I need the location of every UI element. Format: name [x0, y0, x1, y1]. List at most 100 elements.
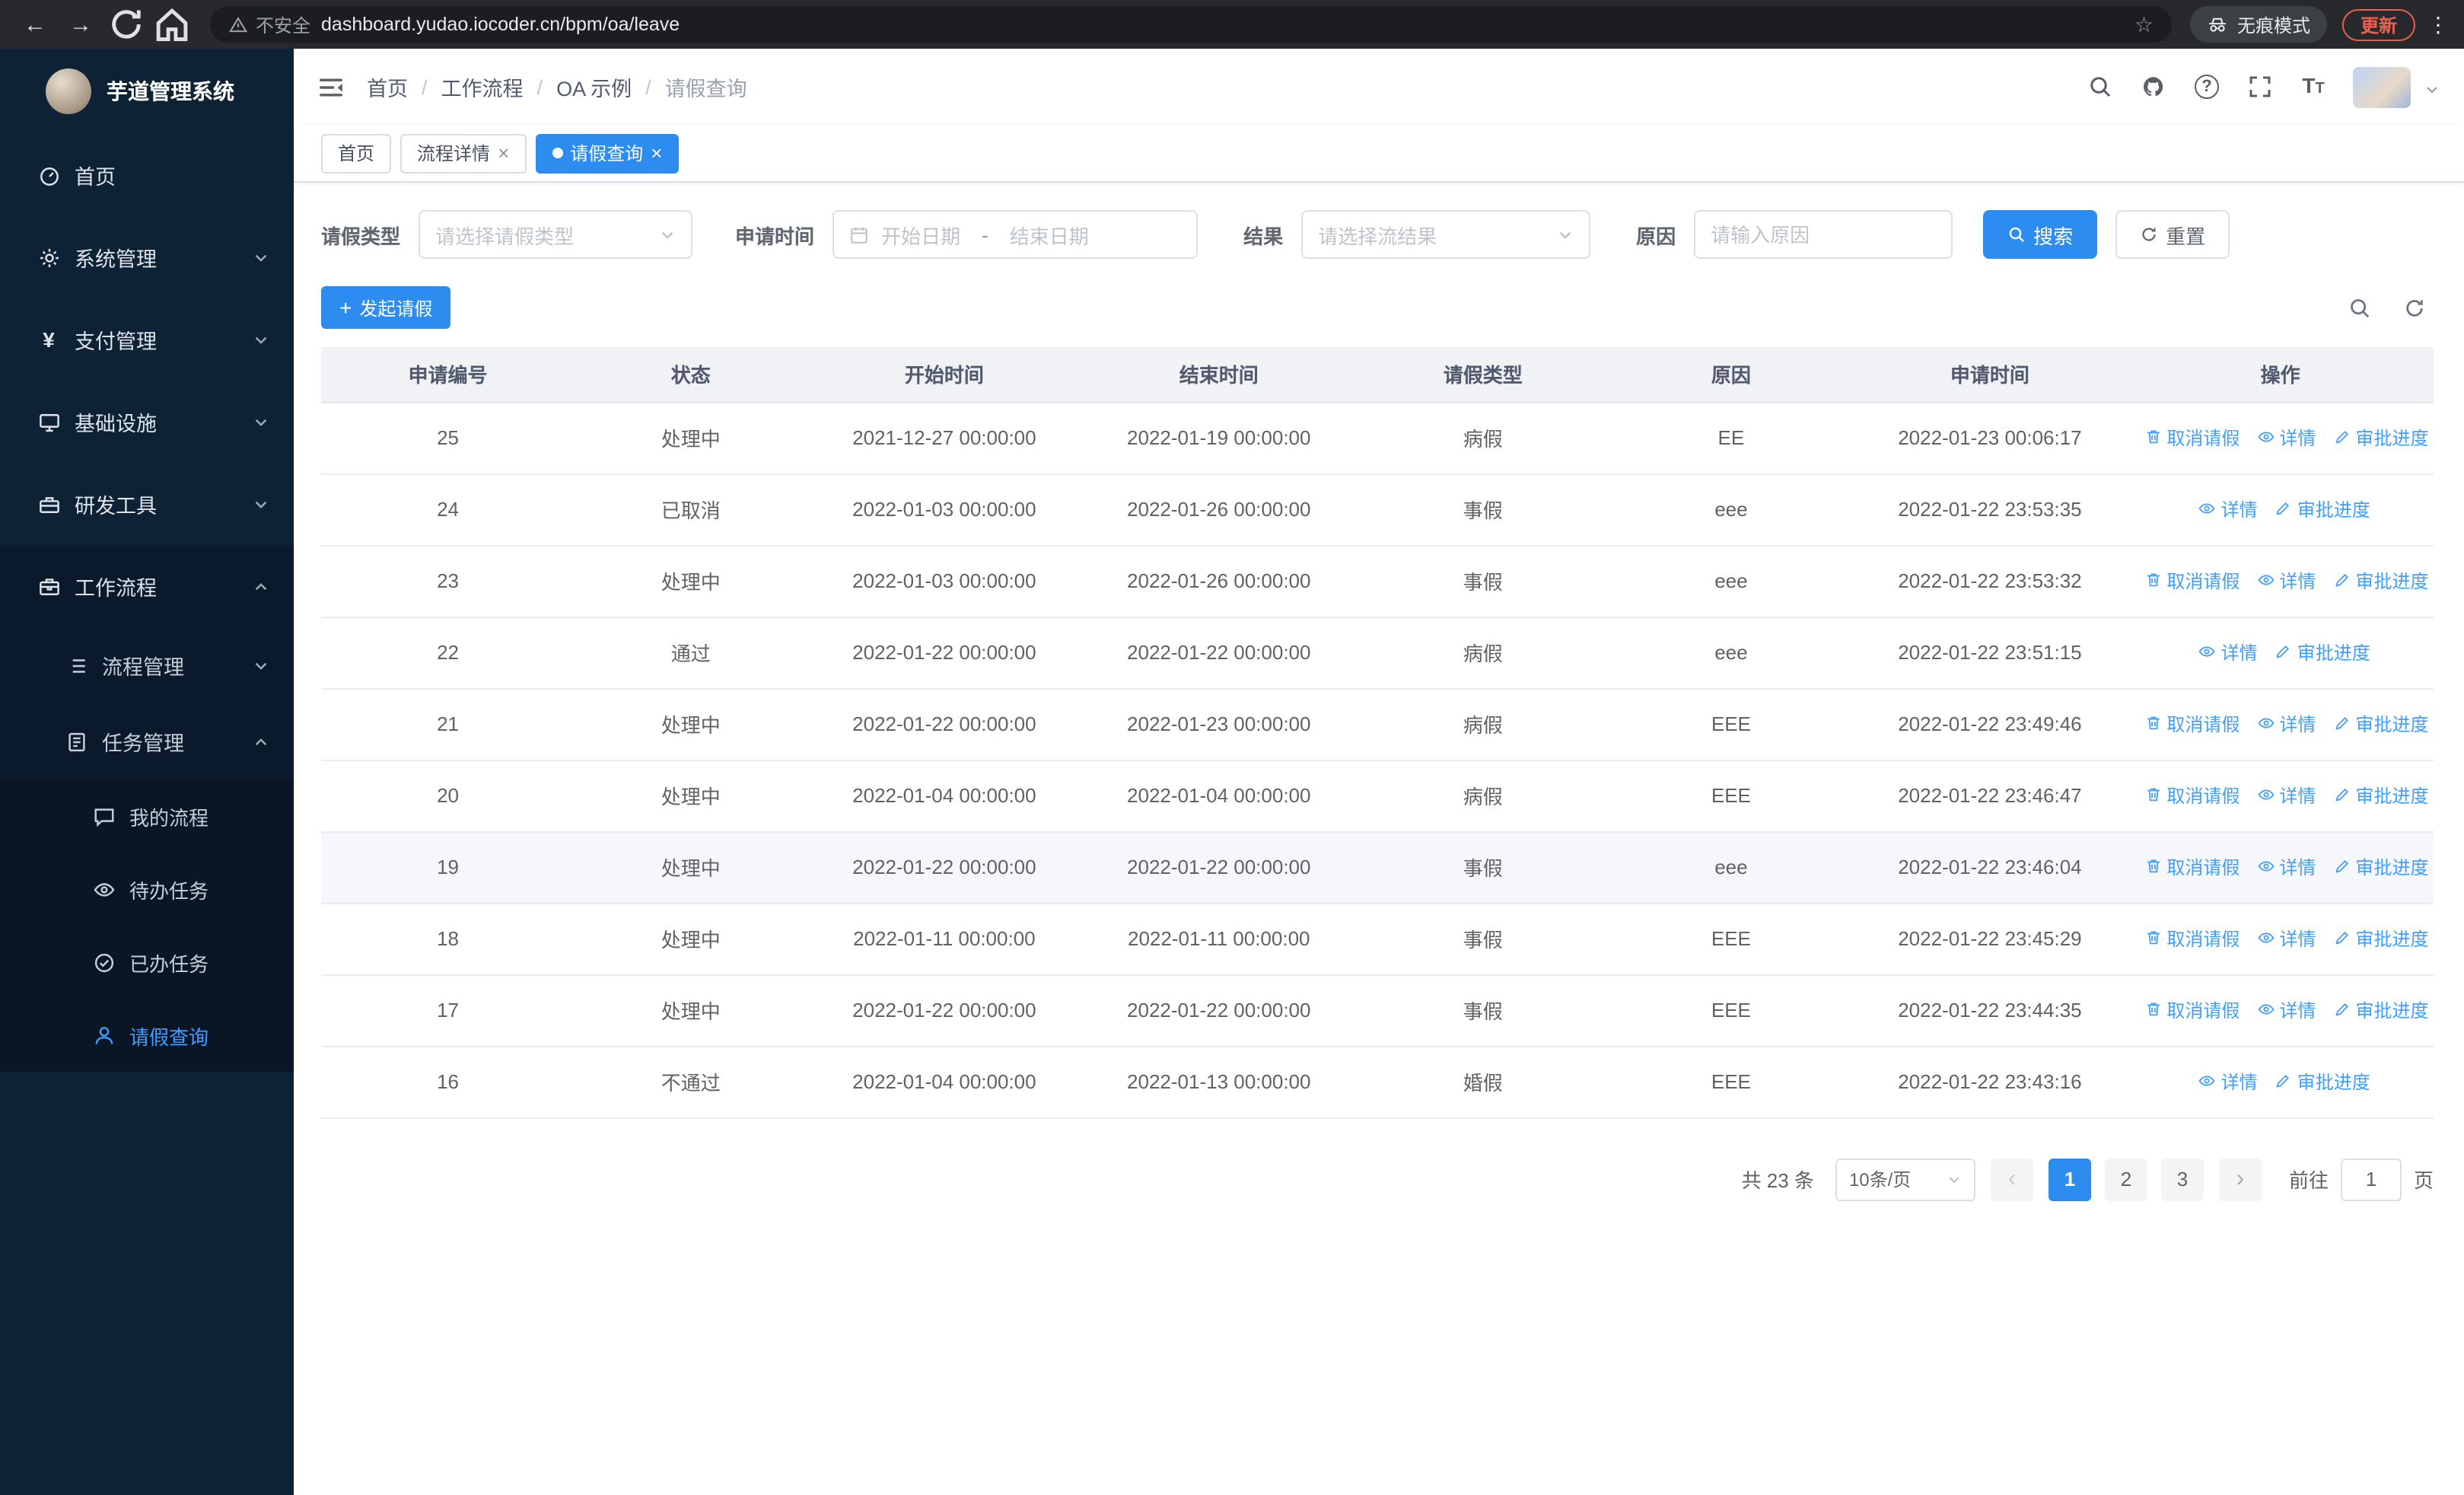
sidebar-group-workflow: 工作流程 流程管理 任务管理 我的流程 待办任务 已办任务 请假查询	[0, 545, 294, 1072]
tab-home[interactable]: 首页	[321, 133, 392, 173]
approval-progress-link[interactable]: 审批进度	[2332, 783, 2428, 808]
search-button[interactable]: 搜索	[1983, 210, 2098, 259]
leave-type-select[interactable]: 请选择请假类型	[419, 210, 693, 259]
tab-leave-query[interactable]: 请假查询 ×	[535, 133, 680, 173]
detail-link[interactable]: 详情	[2198, 639, 2258, 665]
chevron-down-icon[interactable]	[2424, 77, 2440, 107]
help-icon[interactable]: ?	[2193, 73, 2220, 100]
sidebar-item-my-processes[interactable]: 我的流程	[0, 779, 294, 853]
browser-reload-icon[interactable]	[107, 5, 146, 44]
result-select[interactable]: 请选择流结果	[1301, 210, 1591, 259]
cell-status: 处理中	[575, 903, 807, 975]
browser-menu-icon[interactable]: ⋮	[2427, 11, 2449, 37]
detail-icon	[2198, 500, 2217, 518]
refresh-icon[interactable]	[2400, 294, 2427, 321]
progress-label: 审批进度	[2355, 928, 2429, 950]
progress-label: 审批进度	[2297, 1071, 2370, 1093]
page-1-button[interactable]: 1	[2048, 1158, 2091, 1200]
close-icon[interactable]: ×	[498, 143, 509, 163]
sidebar-item-devtools[interactable]: 研发工具	[0, 463, 294, 545]
detail-link[interactable]: 详情	[2256, 568, 2316, 594]
address-bar[interactable]: 不安全 dashboard.yudao.iocoder.cn/bpm/oa/le…	[210, 6, 2172, 43]
detail-link[interactable]: 详情	[2256, 926, 2316, 952]
sidebar-item-label: 首页	[75, 166, 116, 189]
font-size-icon[interactable]: TT	[2300, 73, 2327, 100]
sidebar-item-done-tasks[interactable]: 已办任务	[0, 926, 294, 999]
breadcrumb-workflow[interactable]: 工作流程	[441, 72, 524, 102]
sidebar-item-label: 我的流程	[129, 806, 209, 829]
browser-back-icon[interactable]: ←	[15, 5, 55, 44]
approval-progress-link[interactable]: 审批进度	[2275, 639, 2370, 665]
avatar[interactable]	[2353, 66, 2411, 107]
browser-forward-icon[interactable]: →	[61, 5, 100, 44]
detail-link[interactable]: 详情	[2256, 997, 2316, 1023]
create-leave-button[interactable]: + 发起请假	[321, 286, 451, 329]
sidebar-toggle-icon[interactable]	[315, 72, 345, 102]
next-page-button[interactable]: ›	[2218, 1158, 2262, 1200]
eye-icon	[91, 877, 116, 901]
approval-progress-link[interactable]: 审批进度	[2275, 496, 2370, 522]
sidebar-item-pending-tasks[interactable]: 待办任务	[0, 853, 294, 926]
reset-button[interactable]: 重置	[2115, 210, 2230, 259]
approval-progress-link[interactable]: 审批进度	[2332, 711, 2428, 737]
cancel-leave-link[interactable]: 取消请假	[2144, 926, 2240, 952]
goto-page-input[interactable]	[2340, 1158, 2402, 1200]
cancel-leave-link[interactable]: 取消请假	[2144, 568, 2240, 594]
sidebar-logo[interactable]: 芋道管理系统	[0, 49, 294, 134]
page-size-select[interactable]: 10条/页	[1835, 1158, 1975, 1200]
cancel-leave-link[interactable]: 取消请假	[2144, 997, 2240, 1023]
cell-reason: EE	[1609, 402, 1853, 474]
sidebar-item-payment[interactable]: ¥ 支付管理	[0, 298, 294, 381]
sidebar-item-task-management[interactable]: 任务管理	[0, 703, 294, 779]
cancel-leave-link[interactable]: 取消请假	[2144, 783, 2240, 808]
breadcrumb-home[interactable]: 首页	[367, 72, 408, 102]
sidebar-item-leave-query[interactable]: 请假查询	[0, 999, 294, 1072]
progress-label: 审批进度	[2355, 427, 2429, 449]
detail-link[interactable]: 详情	[2198, 1069, 2258, 1095]
prev-page-button[interactable]: ‹	[1990, 1158, 2033, 1200]
cancel-leave-link[interactable]: 取消请假	[2144, 425, 2240, 451]
page-2-button[interactable]: 2	[2104, 1158, 2147, 1200]
sidebar-item-workflow[interactable]: 工作流程	[0, 545, 294, 627]
sidebar-item-home[interactable]: 首页	[0, 134, 294, 216]
sidebar-item-process-management[interactable]: 流程管理	[0, 627, 294, 703]
reason-input[interactable]	[1711, 223, 1937, 246]
search-icon[interactable]	[2087, 73, 2114, 100]
approval-progress-link[interactable]: 审批进度	[2275, 1069, 2370, 1095]
progress-icon	[2332, 429, 2351, 447]
detail-link[interactable]: 详情	[2198, 496, 2258, 522]
cancel-leave-link[interactable]: 取消请假	[2144, 711, 2240, 737]
approval-progress-link[interactable]: 审批进度	[2332, 568, 2428, 594]
sidebar-item-system[interactable]: 系统管理	[0, 216, 294, 298]
progress-label: 审批进度	[2355, 999, 2429, 1022]
sidebar-item-label: 流程管理	[102, 656, 184, 679]
approval-progress-link[interactable]: 审批进度	[2332, 425, 2428, 451]
cancel-leave-link[interactable]: 取消请假	[2144, 854, 2240, 880]
security-warning[interactable]: 不安全	[228, 11, 310, 37]
detail-link[interactable]: 详情	[2256, 711, 2316, 737]
apply-time-range-picker[interactable]: 开始日期 - 结束日期	[832, 210, 1199, 259]
topbar-actions: ? TT	[2087, 66, 2440, 107]
approval-progress-link[interactable]: 审批进度	[2332, 926, 2428, 952]
toggle-search-icon[interactable]	[2345, 294, 2373, 321]
leave-type-placeholder: 请选择请假类型	[435, 225, 575, 247]
detail-link[interactable]: 详情	[2256, 854, 2316, 880]
page-3-button[interactable]: 3	[2160, 1158, 2204, 1200]
browser-home-icon[interactable]	[152, 5, 192, 44]
sidebar-item-label: 系统管理	[75, 248, 157, 271]
close-icon[interactable]: ×	[651, 143, 662, 163]
detail-link[interactable]: 详情	[2256, 425, 2316, 451]
github-icon[interactable]	[2140, 73, 2167, 100]
fullscreen-icon[interactable]	[2246, 73, 2274, 100]
bookmark-star-icon[interactable]: ☆	[2135, 11, 2154, 37]
goto-label: 前往	[2288, 1169, 2329, 1192]
sidebar-item-infrastructure[interactable]: 基础设施	[0, 381, 294, 463]
cell-actions: 取消请假 详情 审批进度	[2127, 974, 2434, 1047]
approval-progress-link[interactable]: 审批进度	[2332, 854, 2428, 880]
approval-progress-link[interactable]: 审批进度	[2332, 997, 2428, 1023]
breadcrumb-oa-example[interactable]: OA 示例	[556, 72, 632, 102]
tab-process-detail[interactable]: 流程详情 ×	[400, 133, 527, 173]
cell-leave-type: 事假	[1356, 974, 1610, 1047]
browser-update-button[interactable]: 更新	[2341, 8, 2415, 40]
detail-link[interactable]: 详情	[2256, 783, 2316, 808]
